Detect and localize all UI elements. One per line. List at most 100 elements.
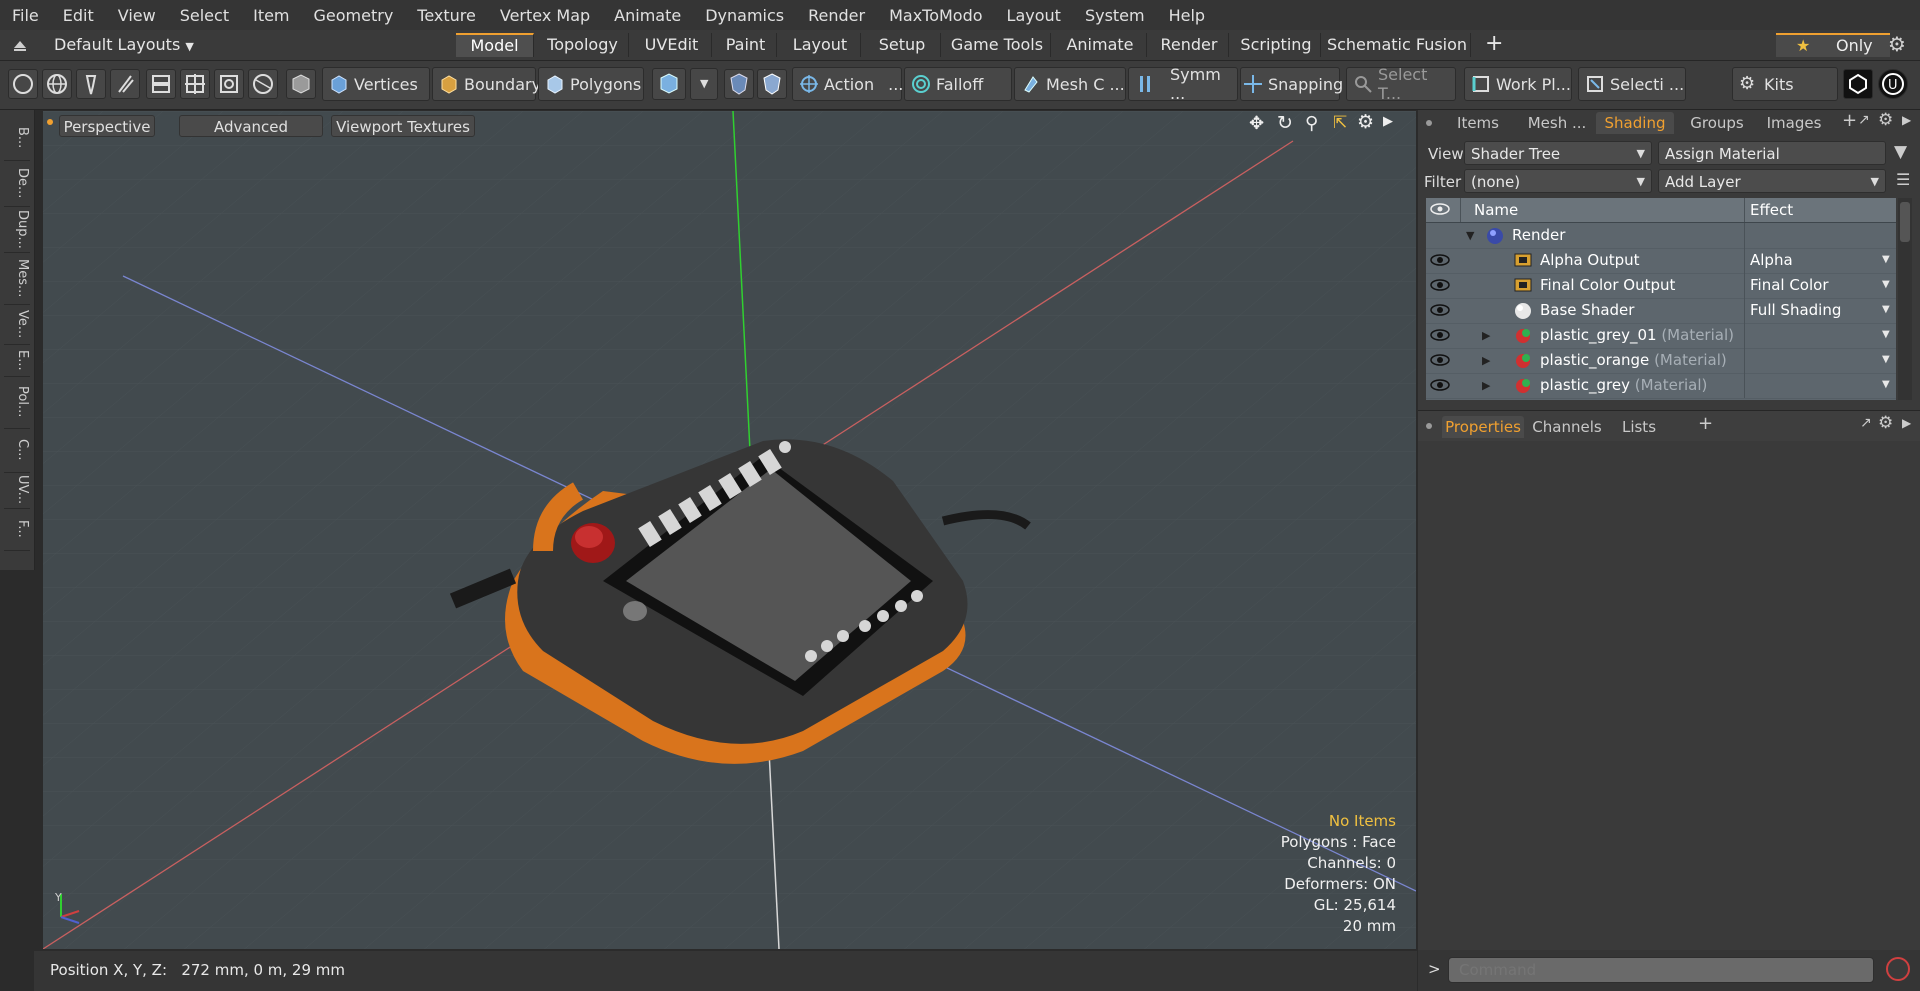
chevron-down-icon[interactable]: ▼	[1882, 379, 1890, 390]
action-button[interactable]: Action ...	[792, 67, 903, 101]
layout-selector[interactable]: Default Layouts ▼	[54, 34, 194, 56]
panel-tab-items[interactable]: Items	[1442, 112, 1514, 134]
chevron-down-icon[interactable]: ▼	[1882, 279, 1890, 290]
layout-tab-schematic-fusion[interactable]: Schematic Fusion	[1324, 33, 1471, 57]
panel-tab-mesh[interactable]: Mesh ...	[1522, 112, 1592, 134]
menu-layout[interactable]: Layout	[995, 6, 1073, 25]
command-history-icon[interactable]	[1886, 957, 1910, 981]
viewport-textures-button[interactable]: Viewport Textures	[331, 115, 475, 137]
add-layer-dropdown[interactable]: Add Layer ▼	[1658, 169, 1886, 193]
select-mode-circle-icon[interactable]	[8, 69, 38, 99]
menu-texture[interactable]: Texture	[405, 6, 488, 25]
shader-item-effect[interactable]: Final Color	[1750, 276, 1829, 294]
expand-arrow-icon[interactable]: ▶	[1482, 379, 1490, 392]
viewport-menu-dot-icon[interactable]	[47, 119, 53, 125]
name-column-header[interactable]: Name	[1474, 201, 1518, 219]
properties-gear-icon[interactable]: ⚙	[1878, 413, 1893, 433]
menu-edit[interactable]: Edit	[51, 6, 106, 25]
layout-tab-render[interactable]: Render	[1150, 33, 1229, 57]
menu-animate[interactable]: Animate	[602, 6, 693, 25]
visibility-eye-icon[interactable]	[1430, 353, 1450, 367]
select-through-button[interactable]: Select T...	[1346, 65, 1456, 103]
3d-viewport[interactable]: Perspective Advanced Viewport Textures ✥…	[43, 111, 1416, 949]
falloff-button[interactable]: Falloff	[904, 67, 1012, 101]
shader-tree-row[interactable]: ▶ plastic_orange (Material) ▼	[1426, 348, 1896, 374]
shader-item-effect[interactable]: Full Shading	[1750, 301, 1841, 319]
item-mode-icon[interactable]	[286, 69, 316, 99]
menu-item[interactable]: Item	[241, 6, 301, 25]
layout-tab-scripting[interactable]: Scripting	[1232, 33, 1321, 57]
rotate-view-icon[interactable]: ↻	[1277, 112, 1293, 134]
loop-select-icon[interactable]	[146, 69, 176, 99]
filter-funnel-icon[interactable]: ▼	[1894, 142, 1907, 162]
left-tab-5[interactable]: Ve...	[4, 304, 30, 345]
add-properties-tab-icon[interactable]: +	[1698, 413, 1713, 434]
advanced-button[interactable]: Advanced	[179, 115, 323, 137]
visibility-eye-icon[interactable]	[1430, 378, 1450, 392]
boundary-button[interactable]: Boundary	[432, 67, 541, 101]
expand-arrow-icon[interactable]: ▶	[1482, 329, 1490, 342]
panel-tab-images[interactable]: Images	[1758, 112, 1830, 134]
menu-view[interactable]: View	[106, 6, 168, 25]
menu-select[interactable]: Select	[168, 6, 241, 25]
left-tab-9[interactable]: UV...	[4, 472, 30, 509]
filter-dropdown[interactable]: (none) ▼	[1464, 169, 1652, 193]
only-button[interactable]: ★ Only	[1776, 33, 1890, 57]
shader-tree-row[interactable]: ▶ plastic_grey_01 (Material) ▼	[1426, 323, 1896, 349]
shader-item-effect[interactable]: Alpha	[1750, 251, 1793, 269]
effect-column-header[interactable]: Effect	[1750, 201, 1793, 219]
sphere-select-icon[interactable]	[248, 69, 278, 99]
unreal-logo-icon[interactable]: U	[1878, 69, 1908, 99]
lasso-icon[interactable]	[76, 69, 106, 99]
gear-icon[interactable]: ⚙	[1888, 32, 1906, 56]
chevron-down-icon[interactable]: ▼	[1882, 329, 1890, 340]
collapse-arrow-icon[interactable]	[12, 36, 28, 52]
move-view-icon[interactable]: ✥	[1249, 113, 1264, 134]
panel-expand-icon[interactable]: ↗	[1858, 112, 1870, 128]
shader-tree-row[interactable]: Final Color Output Final Color ▼	[1426, 273, 1896, 299]
mode-dropdown-icon[interactable]: ▼	[690, 68, 718, 100]
viewport-expand-arrow-icon[interactable]: ▶	[1383, 114, 1393, 129]
menu-maxtomodo[interactable]: MaxToModo	[877, 6, 994, 25]
left-tab-1[interactable]: B...	[4, 116, 30, 161]
layout-tab-topology[interactable]: Topology	[537, 33, 629, 57]
expand-triangle-icon[interactable]: ▼	[1466, 229, 1474, 242]
left-tab-10[interactable]: F...	[4, 508, 30, 551]
visibility-eye-icon[interactable]	[1430, 278, 1450, 292]
properties-tab-properties[interactable]: Properties	[1442, 416, 1524, 438]
properties-expand-icon[interactable]: ↗	[1860, 415, 1872, 431]
layout-tab-animate[interactable]: Animate	[1054, 33, 1147, 57]
layout-tab-layout[interactable]: Layout	[780, 33, 861, 57]
panel-more-arrow-icon[interactable]: ▶	[1902, 113, 1911, 127]
left-tab-7[interactable]: Pol...	[4, 376, 30, 429]
paint-select-icon[interactable]	[110, 69, 140, 99]
symmetry-shield-icon[interactable]	[724, 69, 754, 99]
panel-gear-icon[interactable]: ⚙	[1878, 110, 1893, 130]
menu-geometry[interactable]: Geometry	[302, 6, 406, 25]
properties-more-arrow-icon[interactable]: ▶	[1902, 416, 1911, 430]
polygons-button[interactable]: Polygons	[538, 67, 644, 101]
menu-system[interactable]: System	[1073, 6, 1157, 25]
zoom-view-icon[interactable]: ⚲	[1305, 113, 1318, 134]
left-tab-6[interactable]: E...	[4, 344, 30, 377]
chevron-down-icon[interactable]: ▼	[1882, 354, 1890, 365]
mesh-constraint-button[interactable]: Mesh C ...	[1014, 67, 1126, 101]
work-plane-button[interactable]: Work Pl...	[1464, 67, 1572, 101]
material-mode-icon[interactable]	[652, 68, 686, 100]
assign-material-field[interactable]: Assign Material	[1658, 141, 1886, 165]
menu-render[interactable]: Render	[796, 6, 877, 25]
layout-tab-setup[interactable]: Setup	[864, 33, 941, 57]
left-tab-3[interactable]: Dup...	[4, 206, 30, 253]
menu-help[interactable]: Help	[1157, 6, 1217, 25]
vertices-button[interactable]: Vertices	[322, 67, 430, 101]
panel-tab-shading[interactable]: Shading	[1596, 112, 1674, 134]
visibility-eye-icon[interactable]	[1430, 253, 1450, 267]
properties-tab-lists[interactable]: Lists	[1610, 416, 1668, 438]
snapping-button[interactable]: Snapping	[1240, 67, 1343, 101]
shader-tree-row[interactable]: ▼ Render	[1426, 223, 1896, 249]
perspective-button[interactable]: Perspective	[59, 115, 155, 137]
visibility-eye-icon[interactable]	[1430, 328, 1450, 342]
left-tab-4[interactable]: Mes...	[4, 252, 30, 305]
menu-vertex-map[interactable]: Vertex Map	[488, 6, 602, 25]
globe-icon[interactable]	[42, 69, 72, 99]
